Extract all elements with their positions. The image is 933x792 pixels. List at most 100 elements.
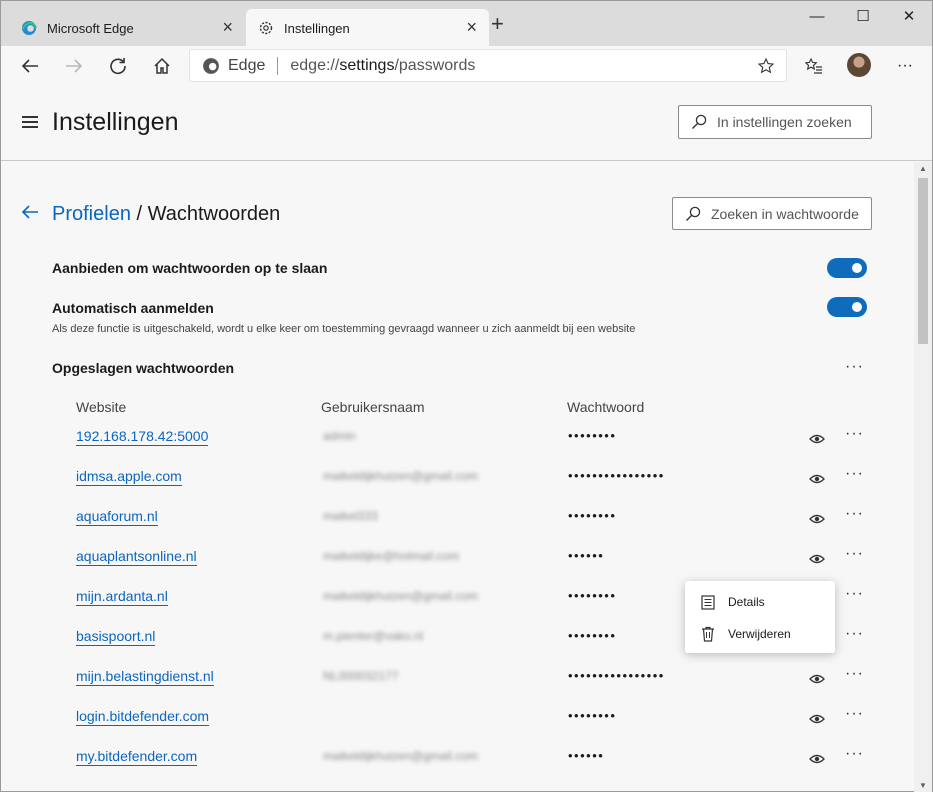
- password-search-input[interactable]: Zoeken in wachtwoorde: [672, 197, 872, 230]
- search-icon: [686, 206, 701, 221]
- offer-save-label: Aanbieden om wachtwoorden op te slaan: [52, 260, 328, 276]
- details-icon: [701, 594, 715, 610]
- tab-microsoft-edge[interactable]: Microsoft Edge ×: [9, 9, 245, 47]
- show-password-eye-icon[interactable]: [809, 672, 825, 690]
- username-cell: maikeldijkhuizen@gmail.com: [323, 749, 478, 763]
- password-cell: ••••••••: [568, 428, 617, 443]
- column-header-username: Gebruikersnaam: [321, 399, 425, 415]
- scroll-up-arrow-icon[interactable]: ▲: [919, 164, 927, 173]
- row-more-button[interactable]: ···: [845, 505, 864, 523]
- website-link[interactable]: my.bitdefender.com: [76, 748, 198, 766]
- website-link[interactable]: 192.168.178.42:5000: [76, 428, 209, 446]
- password-cell: ••••••: [568, 548, 605, 563]
- page-title: Instellingen: [52, 108, 179, 136]
- close-window-icon[interactable]: ✕: [886, 5, 932, 29]
- show-password-eye-icon[interactable]: [809, 512, 825, 530]
- table-row: my.bitdefender.com maikeldijkhuizen@gmail…: [1, 739, 915, 779]
- edge-label: Edge: [228, 56, 266, 74]
- website-link[interactable]: aquaforum.nl: [76, 508, 158, 526]
- username-cell: maikeldijkhuizen@gmail.com: [323, 589, 478, 603]
- row-more-button[interactable]: ···: [845, 705, 864, 723]
- minimize-icon[interactable]: —: [794, 5, 840, 29]
- password-cell: ••••••••••••••••: [568, 668, 665, 683]
- row-more-button[interactable]: ···: [845, 625, 864, 643]
- table-row: mijn.belastingdienst.nl NL000032177 ••••••…: [1, 659, 915, 699]
- forward-arrow-icon[interactable]: [59, 52, 89, 80]
- address-separator: [277, 56, 279, 75]
- saved-passwords-title: Opgeslagen wachtwoorden: [52, 360, 235, 376]
- maximize-icon[interactable]: ☐: [840, 5, 886, 29]
- title-bar: Microsoft Edge × Instellingen × + — ☐ ✕: [0, 0, 933, 47]
- settings-header: Instellingen In instellingen zoeken: [1, 86, 932, 161]
- vertical-scrollbar[interactable]: ▲ ▼: [914, 162, 932, 792]
- back-arrow-icon[interactable]: [21, 204, 39, 225]
- breadcrumb-profiles-link[interactable]: Profielen: [52, 203, 131, 225]
- new-tab-plus-icon[interactable]: +: [491, 13, 504, 35]
- refresh-icon[interactable]: [103, 52, 133, 80]
- menu-item-details[interactable]: Details: [685, 586, 835, 618]
- password-cell: ••••••: [568, 748, 605, 763]
- website-link[interactable]: mijn.belastingdienst.nl: [76, 668, 214, 686]
- browser-toolbar: Edge edge://settings/passwords ···: [0, 46, 933, 86]
- address-bar[interactable]: Edge edge://settings/passwords: [189, 49, 787, 82]
- scroll-down-arrow-icon[interactable]: ▼: [919, 781, 927, 790]
- website-link[interactable]: login.bitdefender.com: [76, 708, 210, 726]
- row-more-button[interactable]: ···: [845, 585, 864, 603]
- menu-item-delete[interactable]: Verwijderen: [685, 618, 835, 650]
- close-tab-icon[interactable]: ×: [222, 18, 233, 36]
- back-arrow-icon[interactable]: [15, 52, 45, 80]
- breadcrumb-separator: /: [130, 203, 148, 225]
- row-more-button[interactable]: ···: [845, 425, 864, 443]
- table-row: 192.168.178.42:5000 admin •••••••• ···: [1, 419, 915, 459]
- website-link[interactable]: idmsa.apple.com: [76, 468, 182, 486]
- password-cell: ••••••••: [568, 508, 617, 523]
- trash-icon: [702, 626, 714, 642]
- password-cell: ••••••••: [568, 628, 617, 643]
- scrollbar-thumb[interactable]: [918, 178, 928, 344]
- profile-avatar[interactable]: [847, 53, 871, 77]
- show-password-eye-icon[interactable]: [809, 472, 825, 490]
- gear-icon: [258, 20, 274, 36]
- row-more-button[interactable]: ···: [845, 545, 864, 563]
- username-cell: maikeldijke@hotmail.com: [323, 549, 460, 563]
- username-cell: maikel333: [323, 509, 378, 523]
- column-header-website: Website: [76, 399, 127, 415]
- tab-instellingen[interactable]: Instellingen ×: [246, 9, 489, 47]
- show-password-eye-icon[interactable]: [809, 552, 825, 570]
- table-row: aquaplantsonline.nl maikeldijke@hotmail.c…: [1, 539, 915, 579]
- website-link[interactable]: mijn.ardanta.nl: [76, 588, 168, 606]
- favorites-icon[interactable]: [799, 52, 829, 80]
- breadcrumb: Profielen / Wachtwoorden: [52, 203, 280, 226]
- show-password-eye-icon[interactable]: [809, 752, 825, 770]
- settings-search-input[interactable]: In instellingen zoeken: [678, 105, 872, 139]
- row-context-menu: Details Verwijderen: [685, 581, 835, 653]
- website-link[interactable]: aquaplantsonline.nl: [76, 548, 197, 566]
- website-link[interactable]: basispoort.nl: [76, 628, 156, 646]
- edge-logo-icon: [21, 20, 37, 36]
- home-icon[interactable]: [147, 52, 177, 80]
- search-placeholder: In instellingen zoeken: [717, 114, 852, 130]
- search-icon: [692, 114, 707, 129]
- auto-signin-toggle[interactable]: [827, 297, 867, 317]
- passwords-content: Profielen / Wachtwoorden Zoeken in wacht…: [1, 162, 915, 792]
- username-cell: NL000032177: [323, 669, 399, 683]
- offer-save-toggle[interactable]: [827, 258, 867, 278]
- breadcrumb-current: Wachtwoorden: [147, 203, 281, 225]
- close-tab-icon[interactable]: ×: [466, 18, 477, 36]
- more-options-icon[interactable]: ···: [890, 52, 920, 80]
- row-more-button[interactable]: ···: [845, 665, 864, 683]
- row-more-button[interactable]: ···: [845, 745, 864, 763]
- show-password-eye-icon[interactable]: [809, 432, 825, 450]
- favorite-star-icon[interactable]: [757, 57, 775, 79]
- username-cell: m.pienter@vako.nl: [323, 629, 424, 643]
- saved-passwords-more-button[interactable]: ···: [845, 359, 864, 375]
- hamburger-menu-icon[interactable]: [22, 116, 38, 128]
- url-text: edge://settings/passwords: [290, 56, 476, 74]
- show-password-eye-icon[interactable]: [809, 712, 825, 730]
- table-row: idmsa.apple.com maikeldijkhuizen@gmail.co…: [1, 459, 915, 499]
- edge-logo-icon: [202, 57, 220, 80]
- auto-signin-description: Als deze functie is uitgeschakeld, wordt…: [52, 323, 636, 335]
- column-header-password: Wachtwoord: [567, 399, 645, 415]
- search-placeholder: Zoeken in wachtwoorde: [711, 205, 859, 222]
- row-more-button[interactable]: ···: [845, 465, 864, 483]
